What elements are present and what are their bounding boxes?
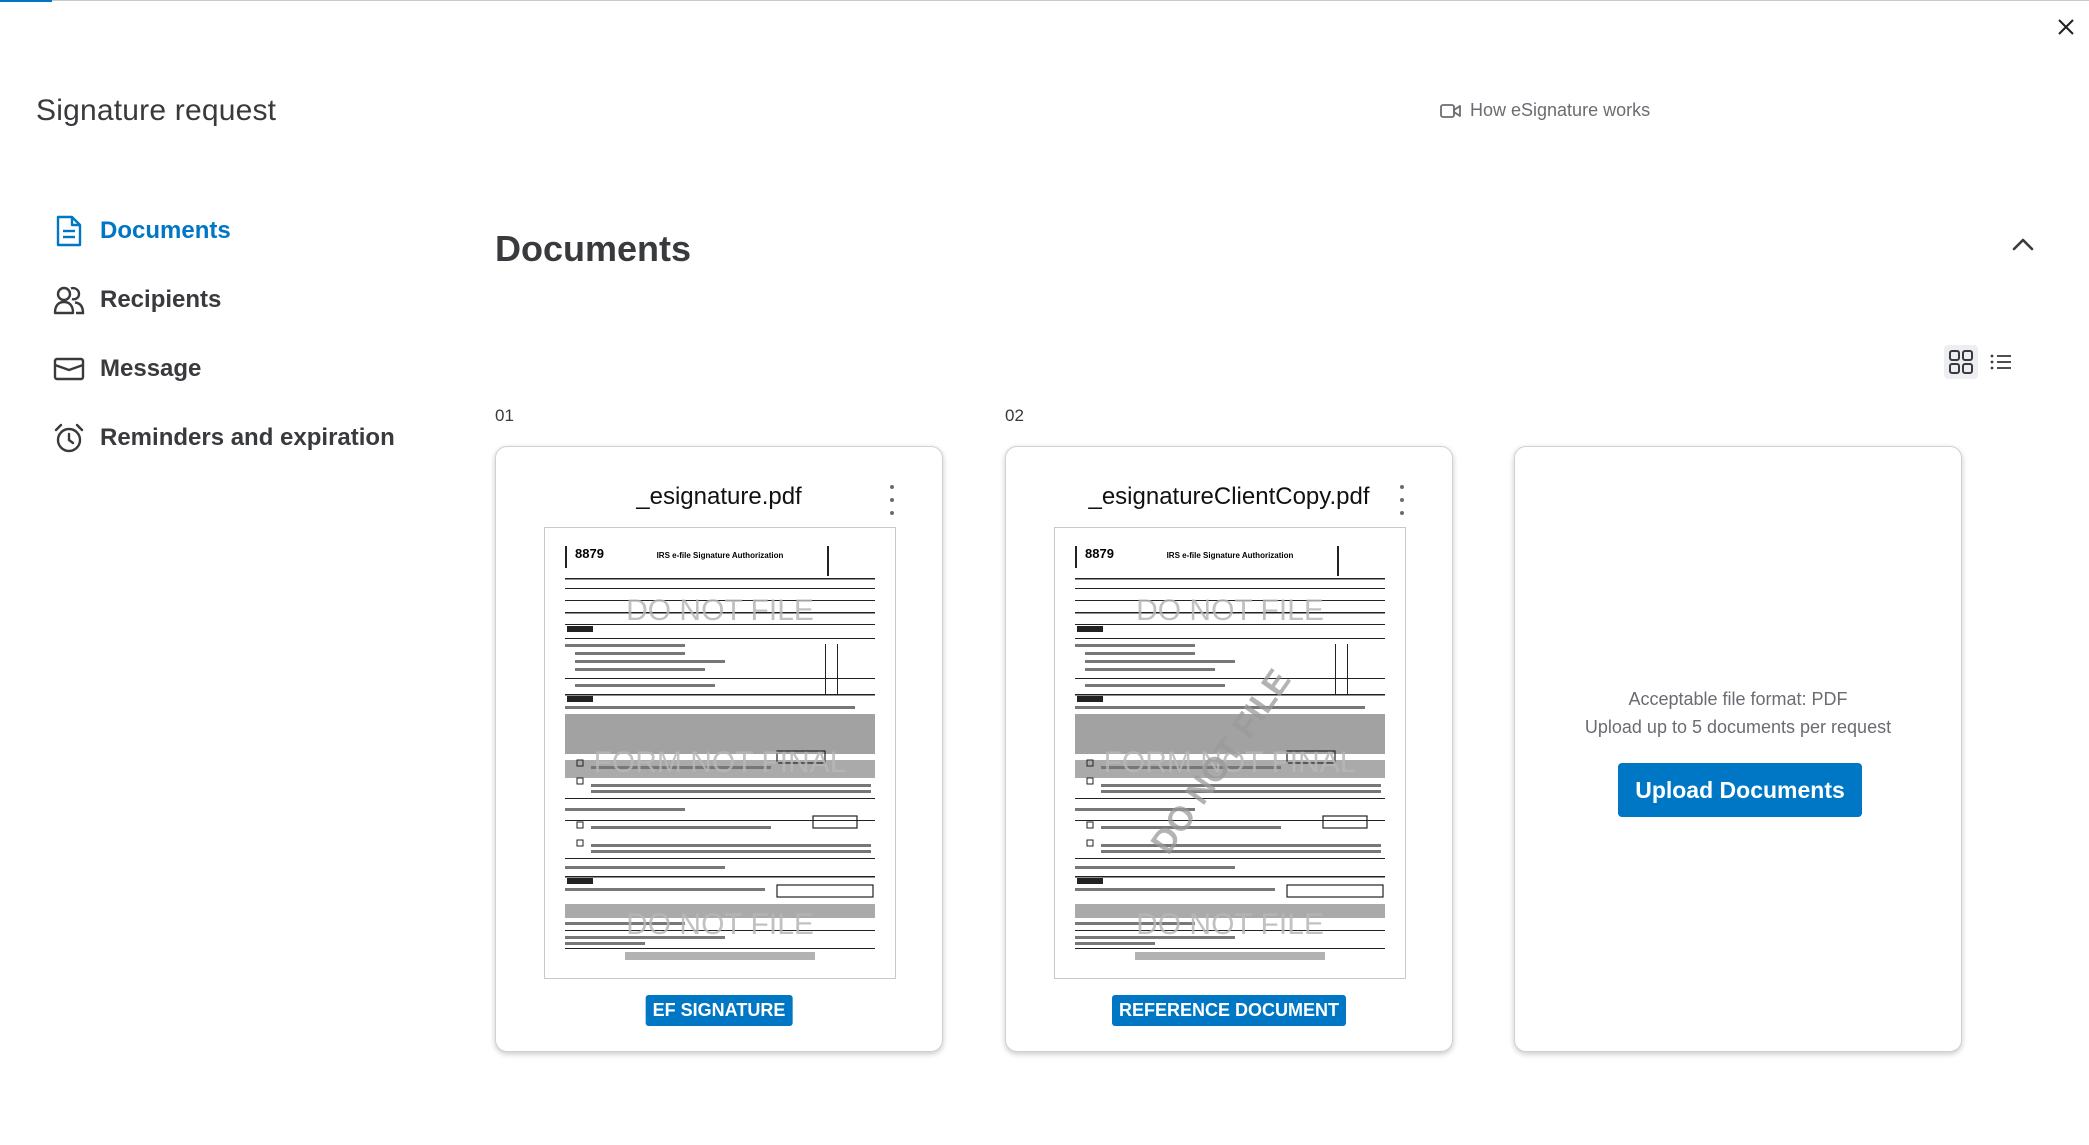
- upload-documents-button[interactable]: Upload Documents: [1618, 763, 1862, 817]
- watermark-text: DO NOT FILE: [626, 908, 814, 941]
- document-filename: _esignature.pdf: [636, 483, 802, 510]
- nav-item-label: Recipients: [100, 285, 222, 313]
- document-card[interactable]: _esignatureClientCopy.pdf 8879 IRS e-fil…: [1005, 446, 1453, 1052]
- nav-item-reminders[interactable]: Reminders and expiration: [52, 403, 395, 472]
- file-format-text: Acceptable file format: PDF: [1628, 689, 1848, 709]
- document-icon: [52, 214, 86, 248]
- document-thumbnail: 8879 IRS e-file Signature Authorization …: [1054, 527, 1406, 979]
- watermark-text: DO NOT FILE: [626, 594, 814, 627]
- list-view-button[interactable]: [1984, 345, 2018, 379]
- upload-card: Acceptable file format: PDF Upload up to…: [1514, 446, 1962, 1052]
- sidebar-nav: Documents Recipients Message Reminders a…: [52, 196, 395, 472]
- people-icon: [52, 283, 86, 317]
- watermark-text: DO NOT FILE: [1136, 908, 1324, 941]
- video-icon: [1440, 103, 1461, 118]
- window-top-border: [0, 0, 2089, 1]
- modal-title: Signature request: [36, 94, 277, 127]
- nav-item-label: Reminders and expiration: [100, 423, 395, 451]
- document-index: 01: [495, 406, 514, 425]
- more-options-icon[interactable]: [886, 485, 898, 515]
- how-esignature-works-link[interactable]: How eSignature works: [1440, 100, 1650, 121]
- document-thumbnail: 8879 IRS e-file Signature Authorization …: [544, 527, 896, 979]
- nav-item-message[interactable]: Message: [52, 334, 395, 403]
- more-options-icon[interactable]: [1396, 485, 1408, 515]
- envelope-icon: [52, 352, 86, 386]
- nav-item-documents[interactable]: Documents: [52, 196, 395, 265]
- document-type-badge[interactable]: EF SIGNATURE: [645, 995, 793, 1026]
- alarm-clock-icon: [52, 421, 86, 455]
- form-title: IRS e-file Signature Authorization: [1167, 551, 1294, 560]
- chevron-up-icon[interactable]: [2006, 230, 2040, 258]
- document-filename: _esignatureClientCopy.pdf: [1088, 483, 1370, 510]
- close-icon[interactable]: [2051, 12, 2081, 42]
- nav-item-label: Message: [100, 354, 202, 382]
- upload-limit-text: Upload up to 5 documents per request: [1584, 717, 1892, 737]
- watermark-text: DO NOT FILE: [1136, 594, 1324, 627]
- upload-info: Acceptable file format: PDF Upload up to…: [1515, 685, 1961, 741]
- nav-item-recipients[interactable]: Recipients: [52, 265, 395, 334]
- list-view-icon: [1990, 354, 2011, 370]
- document-index: 02: [1005, 406, 1024, 425]
- section-title: Documents: [495, 228, 692, 269]
- form-preview: 8879 IRS e-file Signature Authorization …: [1075, 546, 1385, 960]
- watermark-text: FORM NOT FINAL: [594, 746, 847, 779]
- document-card[interactable]: _esignature.pdf 8879 IRS e-file Signatur…: [495, 446, 943, 1052]
- how-esignature-works-label: How eSignature works: [1470, 100, 1651, 120]
- document-type-badge[interactable]: REFERENCE DOCUMENT: [1111, 995, 1347, 1026]
- grid-view-icon: [1949, 350, 1973, 374]
- form-number: 8879: [575, 546, 604, 561]
- form-number: 8879: [1085, 546, 1114, 561]
- form-title: IRS e-file Signature Authorization: [657, 551, 784, 560]
- form-preview: 8879 IRS e-file Signature Authorization …: [565, 546, 875, 960]
- window-tab-accent: [0, 0, 52, 2]
- view-toggle: [1944, 345, 2018, 379]
- grid-view-button[interactable]: [1944, 345, 1978, 379]
- nav-item-label: Documents: [100, 216, 231, 244]
